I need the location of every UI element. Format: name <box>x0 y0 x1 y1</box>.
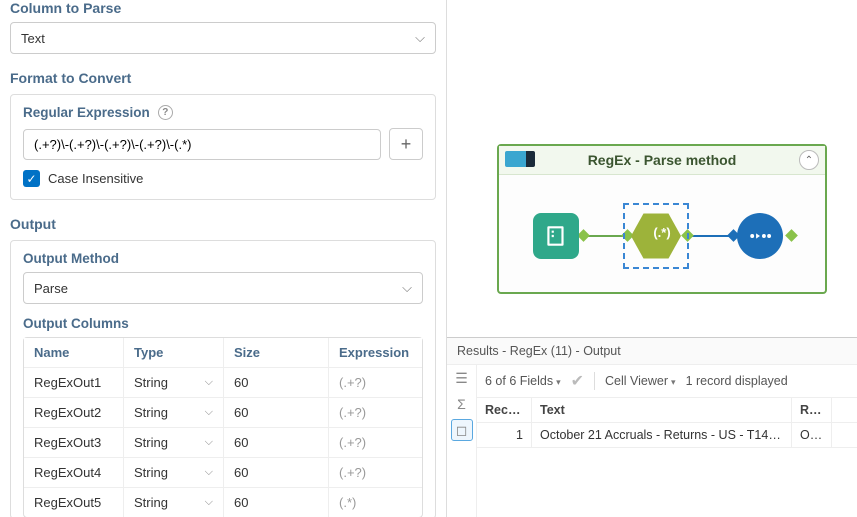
sigma-icon[interactable]: Σ <box>451 393 473 415</box>
format-group: Regular Expression ? + ✓ Case Insensitiv… <box>10 94 436 200</box>
cell-expr: (.+?) <box>329 458 422 487</box>
tag-view-icon[interactable]: ◻ <box>451 419 473 441</box>
chevron-down-icon: ⌵ <box>402 280 412 296</box>
regex-input[interactable] <box>23 129 381 160</box>
col-size: Size <box>224 338 329 367</box>
cell-name: RegExOut4 <box>24 458 124 487</box>
cell-expr: (.+?) <box>329 368 422 397</box>
checkmark-icon[interactable]: ✔ <box>571 371 584 391</box>
chevron-down-icon: ⌵ <box>205 406 213 419</box>
cell-type[interactable]: String⌵ <box>124 458 224 487</box>
results-grid[interactable]: Record Text RegEx 1 October 21 Accruals … <box>477 398 857 517</box>
cell-regex: Octob <box>792 423 832 447</box>
results-toolbar: 6 of 6 Fields▾ ✔ Cell Viewer▾ 1 record d… <box>477 365 857 398</box>
add-expression-button[interactable]: + <box>389 128 423 160</box>
col-type: Type <box>124 338 224 367</box>
format-to-convert-label: Format to Convert <box>10 70 436 86</box>
col-regex: RegEx <box>792 398 832 422</box>
cell-type[interactable]: String⌵ <box>124 428 224 457</box>
cell-record: 1 <box>477 423 532 447</box>
table-row[interactable]: RegExOut5 String⌵ 60 (.*) <box>24 488 422 517</box>
output-columns-label: Output Columns <box>23 316 129 331</box>
results-pane: Results - RegEx (11) - Output ☰ Σ ◻ 6 of… <box>447 337 857 517</box>
cell-type[interactable]: String⌵ <box>124 488 224 517</box>
column-to-parse-value: Text <box>21 31 45 46</box>
results-title: Results - RegEx (11) - Output <box>447 338 857 365</box>
output-method-label: Output Method <box>23 251 119 266</box>
chevron-down-icon: ⌵ <box>205 376 213 389</box>
output-group: Output Method Parse ⌵ Output Columns Nam… <box>10 240 436 517</box>
browse-icon <box>747 229 773 243</box>
output-method-select[interactable]: Parse ⌵ <box>23 272 423 304</box>
browse-tool[interactable] <box>737 213 783 259</box>
table-row[interactable]: RegExOut2 String⌵ 60 (.+?) <box>24 398 422 428</box>
chevron-down-icon: ⌵ <box>205 436 213 449</box>
case-insensitive-checkbox[interactable]: ✓ <box>23 170 40 187</box>
container-type-icon <box>505 151 535 167</box>
col-name: Name <box>24 338 124 367</box>
cell-viewer-dropdown[interactable]: Cell Viewer▾ <box>605 374 676 388</box>
cell-name: RegExOut2 <box>24 398 124 427</box>
table-header: Name Type Size Expression <box>24 338 422 368</box>
output-label: Output <box>10 216 436 232</box>
separator <box>594 372 595 390</box>
table-row[interactable]: RegExOut3 String⌵ 60 (.+?) <box>24 428 422 458</box>
case-insensitive-label: Case Insensitive <box>48 171 143 186</box>
cell-size[interactable]: 60 <box>224 428 329 457</box>
chevron-down-icon: ⌵ <box>415 30 425 46</box>
chevron-down-icon: ⌵ <box>205 496 213 509</box>
fields-dropdown[interactable]: 6 of 6 Fields▾ <box>485 374 561 388</box>
help-icon[interactable]: ? <box>158 105 173 120</box>
cell-size[interactable]: 60 <box>224 368 329 397</box>
column-to-parse-select[interactable]: Text ⌵ <box>10 22 436 54</box>
col-record: Record <box>477 398 532 422</box>
records-count: 1 record displayed <box>686 374 788 388</box>
chevron-down-icon: ▾ <box>556 377 561 387</box>
col-expr: Expression <box>329 338 422 367</box>
workflow-canvas[interactable]: RegEx - Parse method ⌃ (.*) <box>447 0 857 337</box>
table-row[interactable]: RegExOut1 String⌵ 60 (.+?) <box>24 368 422 398</box>
chevron-down-icon: ⌵ <box>205 466 213 479</box>
cell-expr: (.+?) <box>329 428 422 457</box>
grid-row[interactable]: 1 October 21 Accruals - Returns - US - T… <box>477 423 857 448</box>
cell-size[interactable]: 60 <box>224 398 329 427</box>
grid-header: Record Text RegEx <box>477 398 857 423</box>
cell-expr: (.+?) <box>329 398 422 427</box>
col-text: Text <box>532 398 792 422</box>
workflow-container[interactable]: RegEx - Parse method ⌃ (.*) <box>497 144 827 294</box>
cell-name: RegExOut1 <box>24 368 124 397</box>
table-row[interactable]: RegExOut4 String⌵ 60 (.+?) <box>24 458 422 488</box>
cell-type[interactable]: String⌵ <box>124 368 224 397</box>
collapse-icon[interactable]: ⌃ <box>799 150 819 170</box>
regex-label: Regular Expression <box>23 105 150 120</box>
list-view-icon[interactable]: ☰ <box>451 367 473 389</box>
output-method-value: Parse <box>34 281 68 296</box>
cell-text: October 21 Accruals - Returns - US - T14… <box>532 423 792 447</box>
workflow-title: RegEx - Parse method <box>588 152 737 168</box>
chevron-down-icon: ▾ <box>671 377 676 387</box>
column-to-parse-label: Column to Parse <box>10 0 436 16</box>
cell-size[interactable]: 60 <box>224 488 329 517</box>
cell-expr: (.*) <box>329 488 422 517</box>
output-columns-table: Name Type Size Expression RegExOut1 Stri… <box>23 337 423 517</box>
cell-name: RegExOut3 <box>24 428 124 457</box>
cell-name: RegExOut5 <box>24 488 124 517</box>
cell-size[interactable]: 60 <box>224 458 329 487</box>
cell-type[interactable]: String⌵ <box>124 398 224 427</box>
